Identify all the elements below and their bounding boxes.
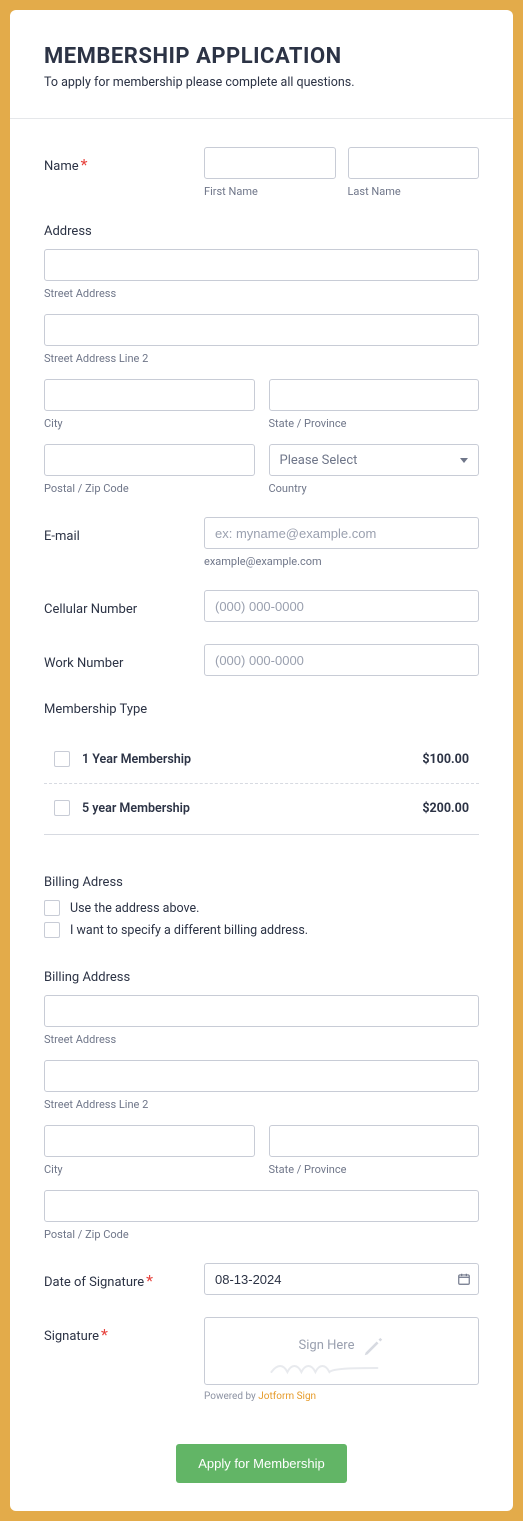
billing-state-input[interactable] [269,1125,480,1157]
membership-price-1: $100.00 [422,752,469,767]
membership-option-1: 1 Year Membership $100.00 [44,735,479,783]
billing-choice-text-2: I want to specify a different billing ad… [70,923,308,938]
city-sublabel: City [44,417,255,430]
postal-sublabel: Postal / Zip Code [44,482,255,495]
address-label: Address [44,224,92,239]
membership-name-1: 1 Year Membership [82,752,422,767]
state-sublabel: State / Province [269,417,480,430]
membership-label: Membership Type [44,702,147,717]
address-field: Address Street Address Street Address Li… [44,220,479,495]
email-hint: example@example.com [204,555,479,568]
street-sublabel: Street Address [44,287,479,300]
first-name-input[interactable] [204,147,336,179]
billing-street2-sublabel: Street Address Line 2 [44,1098,479,1111]
sig-date-input[interactable] [204,1263,479,1295]
signature-label: Signature [44,1329,99,1344]
work-input[interactable] [204,644,479,676]
city-input[interactable] [44,379,255,411]
required-asterisk: * [101,1325,108,1344]
header-divider [10,118,513,119]
submit-button[interactable]: Apply for Membership [176,1444,346,1483]
email-field: E-mail example@example.com [44,517,479,568]
powered-by: Powered by Jotform Sign [204,1391,479,1402]
billing-street2-input[interactable] [44,1060,479,1092]
work-label: Work Number [44,656,123,671]
signature-placeholder: Sign Here [299,1338,355,1353]
name-field: Name* First Name Last Name [44,147,479,198]
country-select[interactable]: Please Select [269,444,480,476]
billing-choice-1: Use the address above. [44,900,479,916]
billing-city-sublabel: City [44,1163,255,1176]
signature-field: Signature* Sign Here Powered by Jotform … [44,1317,479,1402]
form-header: MEMBERSHIP APPLICATION To apply for memb… [44,44,479,90]
first-name-sublabel: First Name [204,185,336,198]
email-label: E-mail [44,529,80,544]
required-asterisk: * [146,1271,153,1290]
chevron-down-icon [460,458,468,463]
email-input[interactable] [204,517,479,549]
billing-choice-checkbox-2[interactable] [44,922,60,938]
work-field: Work Number [44,644,479,676]
billing-street-sublabel: Street Address [44,1033,479,1046]
cell-input[interactable] [204,590,479,622]
products-divider [44,834,479,835]
billing-choice-checkbox-1[interactable] [44,900,60,916]
billing-choice-field: Billing Adress Use the address above. I … [44,871,479,944]
street2-sublabel: Street Address Line 2 [44,352,479,365]
membership-checkbox-1[interactable] [54,751,70,767]
jotform-link[interactable]: Jotform Sign [258,1391,316,1402]
billing-label: Billing Address [44,970,130,985]
calendar-icon [457,1272,471,1286]
sig-date-label: Date of Signature [44,1275,144,1290]
country-placeholder: Please Select [280,453,358,468]
membership-checkbox-2[interactable] [54,800,70,816]
name-label: Name [44,159,79,174]
signature-box[interactable]: Sign Here [204,1317,479,1385]
billing-choice-text-1: Use the address above. [70,901,199,916]
postal-input[interactable] [44,444,255,476]
street-input[interactable] [44,249,479,281]
cell-label: Cellular Number [44,602,137,617]
last-name-sublabel: Last Name [348,185,480,198]
billing-address-field: Billing Address Street Address Street Ad… [44,966,479,1241]
billing-postal-input[interactable] [44,1190,479,1222]
form-subtitle: To apply for membership please complete … [44,75,479,90]
billing-city-input[interactable] [44,1125,255,1157]
cell-field: Cellular Number [44,590,479,622]
membership-field: Membership Type 1 Year Membership $100.0… [44,698,479,835]
billing-street-input[interactable] [44,995,479,1027]
country-sublabel: Country [269,482,480,495]
membership-name-2: 5 year Membership [82,801,422,816]
signature-scribble-icon [269,1362,379,1376]
sig-date-field: Date of Signature* [44,1263,479,1295]
street2-input[interactable] [44,314,479,346]
billing-state-sublabel: State / Province [269,1163,480,1176]
membership-option-2: 5 year Membership $200.00 [44,783,479,832]
membership-price-2: $200.00 [422,801,469,816]
billing-postal-sublabel: Postal / Zip Code [44,1228,479,1241]
billing-choice-2: I want to specify a different billing ad… [44,922,479,938]
form-title: MEMBERSHIP APPLICATION [44,44,479,69]
state-input[interactable] [269,379,480,411]
billing-choice-label: Billing Adress [44,875,123,890]
required-asterisk: * [81,155,88,174]
last-name-input[interactable] [348,147,480,179]
